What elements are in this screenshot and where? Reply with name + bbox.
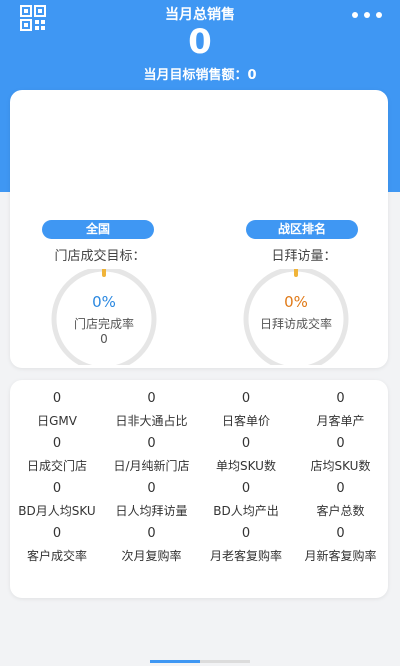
metric-label: 月客单产 (316, 414, 365, 428)
metric-cell: 0 月客单产 (294, 390, 388, 429)
metric-label: 月老客复购率 (209, 549, 282, 563)
visit-conversion-caption: 日拜访成交率 (259, 317, 332, 331)
progress-marker (294, 267, 298, 277)
metric-label: 店均SKU数 (310, 459, 371, 473)
metric-value: 0 (52, 436, 62, 451)
metric-cell: 0 BD月人均SKU (10, 480, 104, 519)
page-indicator-inactive (200, 660, 250, 663)
metric-cell: 0 BD人均产出 (199, 480, 293, 519)
tab-national[interactable]: 全国 (42, 220, 154, 239)
tab-region-ranking[interactable]: 战区排名 (246, 220, 358, 239)
metric-label: 次月复购率 (121, 549, 182, 563)
metric-label: BD月人均SKU (18, 504, 96, 518)
metric-cell: 0 单均SKU数 (199, 435, 293, 474)
metric-value: 0 (241, 436, 251, 451)
metric-value: 0 (147, 391, 156, 406)
store-completion-percent: 0% (92, 293, 116, 311)
metric-value: 0 (52, 526, 62, 541)
visit-conversion-ring: 0% 日拜访成交率 (240, 266, 352, 372)
metric-cell: 0 客户成交率 (10, 525, 104, 564)
metric-value: 0 (241, 526, 251, 541)
metrics-card: 0 日GMV 0 日非大通占比 0 日客单价 0 月客单产 0 日成交门店 0 日/月纯新门店 0 单均S… (10, 380, 388, 598)
metric-label: 月新客复购率 (304, 549, 377, 563)
metric-cell: 0 日GMV (10, 390, 104, 429)
metric-cell: 0 日成交门店 (10, 435, 104, 474)
page-title: 当月总销售 (165, 7, 235, 23)
page-indicator-active (150, 660, 200, 663)
more-icon[interactable] (350, 8, 384, 22)
metric-value: 0 (147, 526, 156, 541)
metric-cell: 0 日/月纯新门店 (105, 435, 199, 474)
metric-value: 0 (336, 481, 345, 496)
metric-label: 日GMV (37, 414, 77, 428)
total-sales-value: 0 (188, 22, 212, 62)
metric-label: 日人均拜访量 (115, 504, 188, 518)
metric-value: 0 (241, 391, 251, 406)
metric-value: 0 (52, 481, 62, 496)
metric-value: 0 (336, 526, 345, 541)
metric-label: 客户总数 (316, 504, 365, 518)
metric-label: 单均SKU数 (216, 459, 276, 473)
metric-cell: 0 店均SKU数 (294, 435, 388, 474)
daily-visits-label: 日拜访量： (271, 249, 337, 264)
metric-value: 0 (52, 391, 62, 406)
metric-cell: 0 客户总数 (294, 480, 388, 519)
metric-value: 0 (336, 391, 345, 406)
metric-label: BD人均产出 (213, 504, 279, 518)
metric-cell: 0 月老客复购率 (199, 525, 293, 564)
metric-value: 0 (336, 436, 345, 451)
metric-cell: 0 次月复购率 (105, 525, 199, 564)
store-completion-value: 0 (100, 332, 108, 346)
metric-label: 客户成交率 (26, 549, 87, 563)
monthly-target-text: 当月目标销售额：0 (143, 68, 257, 83)
metric-value: 0 (147, 481, 156, 496)
store-completion-caption: 门店完成率 (73, 317, 134, 331)
metric-cell: 0 日人均拜访量 (105, 480, 199, 519)
progress-marker (102, 267, 106, 277)
store-target-label: 门店成交目标： (54, 249, 146, 264)
metric-label: 日成交门店 (26, 459, 87, 473)
metric-cell: 0 日非大通占比 (105, 390, 199, 429)
metric-label: 日/月纯新门店 (113, 459, 190, 473)
metric-cell: 0 月新客复购率 (294, 525, 388, 564)
metric-value: 0 (241, 481, 251, 496)
visit-conversion-percent: 0% (284, 293, 308, 311)
metric-cell: 0 日客单价 (199, 390, 293, 429)
store-completion-ring: 0% 门店完成率 0 (48, 266, 160, 372)
metric-label: 日非大通占比 (115, 414, 188, 428)
metric-value: 0 (147, 436, 156, 451)
metric-label: 日客单价 (221, 414, 270, 428)
